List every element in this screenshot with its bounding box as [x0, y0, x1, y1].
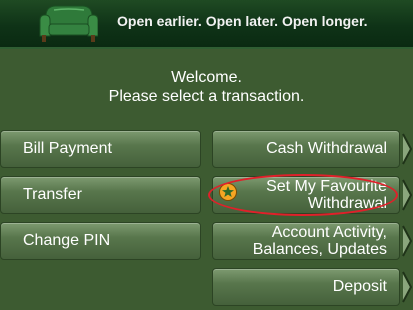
change-pin-button[interactable]: Change PIN	[0, 222, 201, 260]
change-pin-label: Change PIN	[23, 232, 111, 249]
account-activity-label: Account Activity, Balances, Updates	[213, 223, 387, 259]
cash-withdrawal-button[interactable]: Cash Withdrawal	[212, 130, 400, 168]
bill-payment-label: Bill Payment	[23, 140, 112, 157]
cash-withdrawal-label: Cash Withdrawal	[266, 140, 387, 157]
welcome-line-2: Please select a transaction.	[108, 88, 305, 105]
deposit-button[interactable]: Deposit	[212, 268, 400, 306]
banner-tagline: Open earlier. Open later. Open longer.	[117, 13, 368, 29]
transfer-button[interactable]: Transfer	[0, 176, 201, 214]
account-activity-button[interactable]: Account Activity, Balances, Updates	[212, 222, 400, 260]
deposit-label: Deposit	[332, 278, 387, 295]
transfer-label: Transfer	[23, 186, 82, 203]
account-activity-line-2: Balances, Updates	[252, 241, 387, 258]
banner: Open earlier. Open later. Open longer.	[0, 0, 413, 49]
welcome-line-1: Welcome.	[171, 69, 242, 86]
armchair-icon	[39, 5, 98, 42]
welcome-message: Welcome. Please select a transaction.	[0, 68, 413, 106]
chevron-right-icon	[402, 271, 413, 303]
account-activity-line-1: Account Activity,	[271, 224, 387, 241]
chevron-right-icon	[402, 225, 413, 257]
bill-payment-button[interactable]: Bill Payment	[0, 130, 201, 168]
chevron-right-icon	[402, 133, 413, 165]
highlight-ring	[208, 174, 398, 216]
chevron-right-icon	[402, 179, 413, 211]
